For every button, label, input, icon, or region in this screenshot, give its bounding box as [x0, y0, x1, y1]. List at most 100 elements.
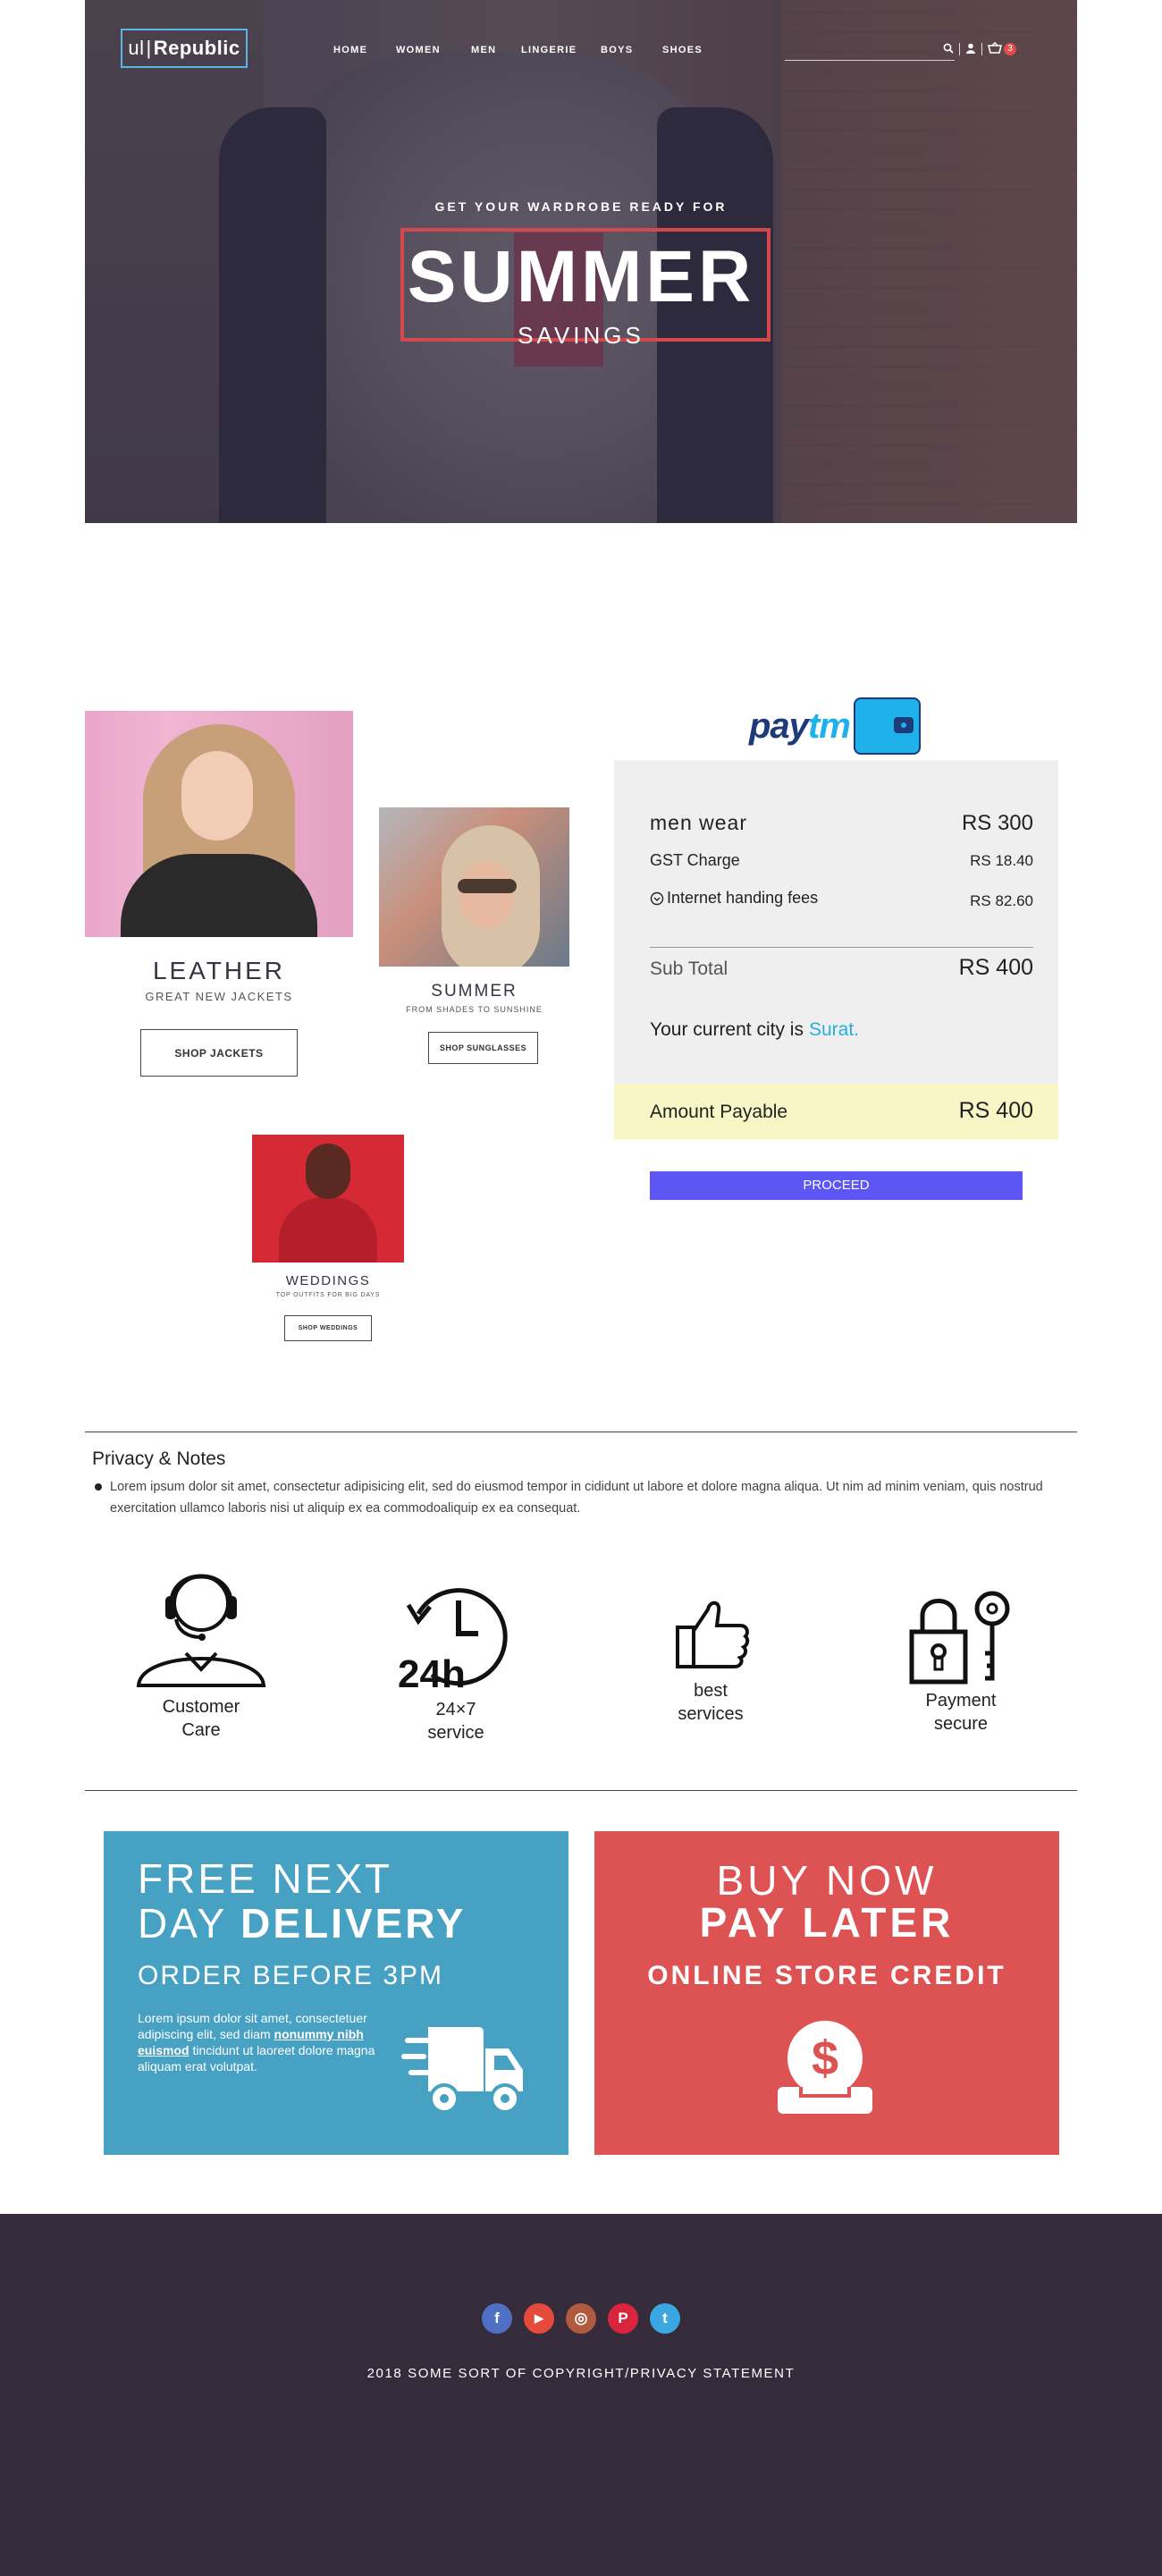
bullet: [95, 1483, 102, 1491]
amount-payable-label: Amount Payable: [650, 1102, 788, 1122]
hero-title: SUMMER: [407, 236, 755, 317]
feature-label-1: 24×7: [435, 1700, 476, 1719]
amount-payable-row: Amount Payable RS 400: [614, 1084, 1058, 1139]
line-item-value: RS 18.40: [970, 852, 1033, 869]
youtube-icon[interactable]: ▶: [524, 2303, 554, 2334]
free-delivery-promo[interactable]: FREE NEXT DAY DELIVERY ORDER BEFORE 3PM …: [104, 1831, 568, 2155]
hero-banner: ul|Republic HOME WOMEN MEN LINGERIE BOYS…: [85, 0, 1077, 523]
city-name[interactable]: Surat.: [809, 1019, 859, 1041]
shop-weddings-button[interactable]: SHOP WEDDINGS: [284, 1315, 372, 1341]
line-item-value: RS 300: [961, 811, 1033, 835]
24h-icon: 24h: [398, 1588, 508, 1694]
amount-payable-value: RS 400: [958, 1098, 1033, 1123]
feature-customer-care: Customer Care: [125, 1560, 277, 1742]
nav-boys[interactable]: BOYS: [601, 45, 633, 55]
thumbs-up-icon: [676, 1600, 750, 1668]
shop-jackets-button[interactable]: SHOP JACKETS: [140, 1029, 298, 1077]
leather-subtitle: GREAT NEW JACKETS: [145, 990, 293, 1003]
feature-payment-secure: Payment secure: [885, 1589, 1037, 1736]
weddings-product-image[interactable]: [252, 1135, 404, 1263]
shop-sunglasses-button[interactable]: SHOP SUNGLASSES: [428, 1032, 538, 1064]
line-item-label: GST Charge: [650, 851, 740, 869]
facebook-icon[interactable]: f: [482, 2303, 512, 2334]
divider: [85, 1790, 1077, 1791]
divider: [650, 947, 1033, 948]
truck-icon: [401, 2027, 523, 2114]
promo-line-2: DAY DELIVERY: [138, 1901, 466, 1946]
leather-product-image[interactable]: [85, 711, 353, 937]
current-city: Your current city is Surat.: [650, 1019, 1033, 1041]
site-footer: f ▶ ◎ P t 2018 SOME SORT OF COPYRIGHT/PR…: [0, 2214, 1162, 2576]
wallet-icon: [854, 697, 921, 755]
instagram-icon[interactable]: ◎: [566, 2303, 596, 2334]
subtotal-row: Sub Total RS 400: [650, 955, 1033, 981]
summer-subtitle: FROM SHADES TO SUNSHINE: [406, 1005, 543, 1014]
summer-product-image[interactable]: [379, 807, 569, 967]
line-item-value: RS 82.60: [970, 891, 1033, 909]
line-item-gst: GST Charge RS 18.40: [650, 851, 1033, 870]
site-logo[interactable]: ul|Republic: [121, 29, 248, 68]
promo-line-2: PAY LATER: [699, 1899, 955, 1946]
promo-line-2a: DAY: [138, 1900, 241, 1947]
search-icon[interactable]: [943, 43, 954, 56]
privacy-text: Lorem ipsum dolor sit amet, consectetur …: [110, 1480, 1043, 1516]
nav-lingerie[interactable]: LINGERIE: [521, 45, 577, 55]
line-item-label: men wear: [650, 811, 747, 834]
logo-name: Republic: [153, 37, 240, 59]
line-item-label: Internet handing fees: [667, 889, 819, 907]
icon-divider: [959, 43, 960, 55]
subtotal-value: RS 400: [958, 955, 1033, 980]
paytm-pay: pay: [749, 706, 809, 746]
social-links: f ▶ ◎ P t: [482, 2303, 680, 2334]
promo-line-3: ORDER BEFORE 3PM: [138, 1961, 444, 1990]
line-item-men-wear: men wear RS 300: [650, 811, 1033, 836]
model-outfit: [279, 1197, 377, 1263]
copyright-text: 2018 SOME SORT OF COPYRIGHT/PRIVACY STAT…: [366, 2366, 796, 2381]
feature-label-2: secure: [933, 1714, 989, 1734]
amount-payable-inner: Amount Payable RS 400: [650, 1098, 1033, 1124]
model-face: [306, 1144, 350, 1199]
line-item-internet-fees: Internet handing fees RS 82.60: [650, 889, 1033, 910]
weddings-title: WEDDINGS: [285, 1273, 371, 1288]
svg-text:$: $: [812, 2031, 838, 2085]
lock-key-icon: [909, 1591, 1010, 1685]
svg-text:24h: 24h: [398, 1652, 466, 1694]
paytm-wordmark: paytm: [749, 706, 851, 747]
nav-shoes[interactable]: SHOES: [662, 45, 703, 55]
cart-count-badge: 3: [1004, 43, 1016, 55]
pinterest-icon[interactable]: P: [608, 2303, 638, 2334]
hero-kicker: GET YOUR WARDROBE READY FOR: [434, 199, 728, 214]
model-face: [181, 751, 253, 840]
promo-line-1: BUY NOW: [716, 1857, 938, 1904]
order-summary-panel: men wear RS 300 GST Charge RS 18.40 Inte…: [614, 760, 1058, 1139]
model-face: [459, 861, 513, 928]
feature-label-2: service: [427, 1723, 484, 1743]
search-input[interactable]: [785, 46, 955, 61]
cart-icon[interactable]: [987, 41, 1003, 56]
proceed-button[interactable]: PROCEED: [650, 1171, 1023, 1200]
headset-icon: [136, 1574, 266, 1687]
nav-men[interactable]: MEN: [471, 45, 496, 55]
chevron-down-circle-icon[interactable]: [650, 891, 664, 906]
user-icon[interactable]: [965, 43, 976, 56]
line-item-label-wrap: Internet handing fees: [650, 889, 818, 908]
icon-divider: [981, 43, 982, 55]
feature-24x7-service: 24h 24×7 service: [380, 1578, 532, 1744]
promo-body: Lorem ipsum dolor sit amet, consectetuer…: [138, 2010, 388, 2074]
summer-title: SUMMER: [431, 982, 518, 1001]
coin-dollar-icon: $: [778, 2021, 872, 2114]
weddings-subtitle: TOP OUTFITS FOR BIG DAYS: [275, 1292, 381, 1298]
feature-label-1: best: [694, 1681, 728, 1701]
twitter-icon[interactable]: t: [650, 2303, 680, 2334]
logo-separator: |: [146, 37, 152, 59]
feature-label-1: Payment: [925, 1691, 997, 1710]
leather-title: LEATHER: [152, 957, 286, 984]
nav-home[interactable]: HOME: [333, 45, 367, 55]
header-icons: 3: [943, 41, 1016, 56]
feature-label-1: Customer: [162, 1697, 240, 1717]
feature-best-services: best services: [635, 1593, 787, 1726]
paytm-logo: paytm: [749, 697, 923, 756]
subtotal-label: Sub Total: [650, 959, 728, 979]
buy-now-pay-later-promo[interactable]: BUY NOW PAY LATER ONLINE STORE CREDIT $: [594, 1831, 1059, 2155]
nav-women[interactable]: WOMEN: [396, 45, 441, 55]
